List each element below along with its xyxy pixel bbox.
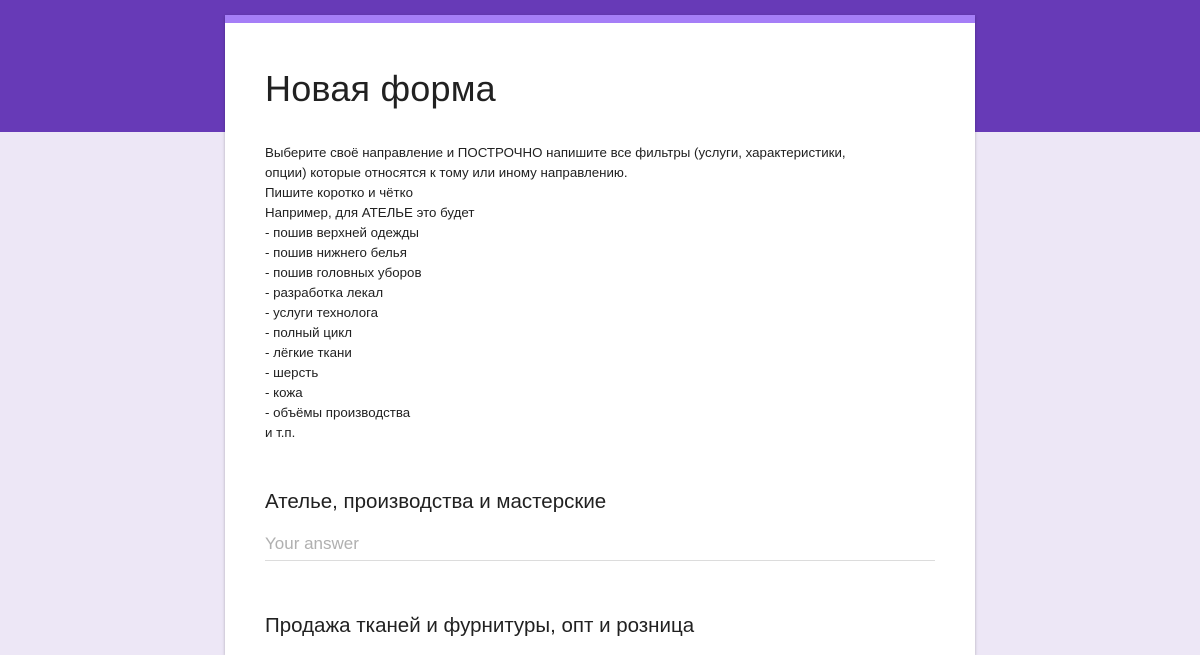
question-title: Ателье, производства и мастерские [265,490,607,513]
description-line: - пошив нижнего белья [265,245,407,260]
description-line: - лёгкие ткани [265,345,352,360]
description-line: - полный цикл [265,325,352,340]
description-line: - пошив головных уборов [265,265,422,280]
form-card: Новая форма Выберите своё направление и … [225,15,975,655]
answer-input-atelier[interactable] [265,530,935,561]
description-line: и т.п. [265,425,296,440]
card-accent-bar [225,15,975,23]
description-line: Пишите коротко и чётко [265,185,414,200]
form-title: Новая форма [265,68,496,109]
description-line: опции) которые относятся к тому или ином… [265,165,628,180]
question-fabrics: Продажа тканей и фурнитуры, опт и розниц… [265,612,935,655]
description-line: - разработка лекал [265,285,384,300]
question-title: Продажа тканей и фурнитуры, опт и розниц… [265,614,695,637]
description-line: - шерсть [265,365,319,380]
form-description: Выберите своё направление и ПОСТРОЧНО на… [265,143,955,443]
description-line: - пошив верхней одежды [265,225,419,240]
description-line: Выберите своё направление и ПОСТРОЧНО на… [265,145,846,160]
question-atelier: Ателье, производства и мастерские [265,488,935,561]
description-line: - кожа [265,385,303,400]
description-line: - услуги технолога [265,305,379,320]
description-line: - объёмы производства [265,405,411,420]
description-line: Например, для АТЕЛЬЕ это будет [265,205,475,220]
